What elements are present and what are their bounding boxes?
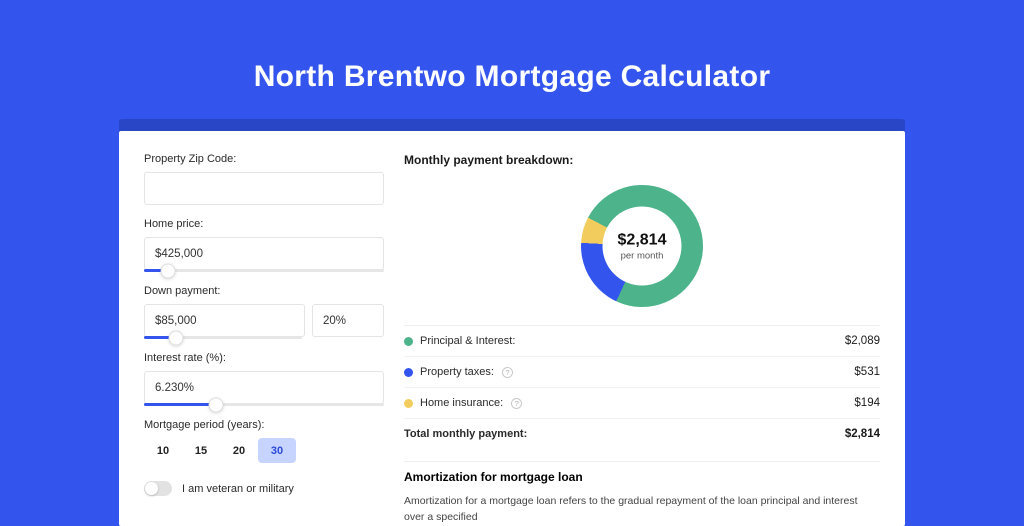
legend-value: $2,089 — [845, 335, 880, 347]
legend-label: Home insurance: — [420, 397, 503, 409]
help-icon[interactable]: ? — [511, 398, 522, 409]
donut-sub: per month — [621, 250, 664, 261]
legend-label: Principal & Interest: — [420, 335, 515, 347]
slider-fill — [144, 403, 216, 406]
legend-value: $531 — [854, 366, 880, 378]
form-column: Property Zip Code: Home price: Down paym… — [144, 153, 384, 526]
breakdown-title: Monthly payment breakdown: — [404, 153, 880, 171]
home-price-slider[interactable] — [144, 269, 384, 272]
legend-label: Property taxes: — [420, 366, 494, 378]
period-button-15[interactable]: 15 — [182, 438, 220, 463]
total-value: $2,814 — [845, 428, 880, 440]
slider-thumb[interactable] — [209, 397, 224, 412]
donut-center: $2,814 per month — [603, 207, 682, 286]
help-icon[interactable]: ? — [502, 367, 513, 378]
slider-thumb[interactable] — [161, 263, 176, 278]
period-button-20[interactable]: 20 — [220, 438, 258, 463]
interest-rate-input[interactable] — [144, 371, 384, 404]
legend-dot-icon — [404, 337, 413, 346]
period-button-10[interactable]: 10 — [144, 438, 182, 463]
legend-row-taxes: Property taxes:? $531 — [404, 356, 880, 387]
total-row: Total monthly payment: $2,814 — [404, 418, 880, 449]
calculator-card: Property Zip Code: Home price: Down paym… — [119, 131, 905, 526]
banner: Property Zip Code: Home price: Down paym… — [119, 119, 905, 519]
legend-row-principal: Principal & Interest: $2,089 — [404, 325, 880, 356]
page-title: North Brentwo Mortgage Calculator — [254, 60, 771, 94]
down-payment-field: Down payment: — [144, 285, 384, 339]
legend-value: $194 — [854, 397, 880, 409]
legend-row-insurance: Home insurance:? $194 — [404, 387, 880, 418]
amort-title: Amortization for mortgage loan — [404, 461, 880, 484]
donut-chart: $2,814 per month — [581, 185, 703, 307]
breakdown-column: Monthly payment breakdown: $2,814 per mo… — [404, 153, 880, 526]
interest-rate-label: Interest rate (%): — [144, 352, 384, 364]
legend-dot-icon — [404, 368, 413, 377]
zip-field: Property Zip Code: — [144, 153, 384, 205]
period-row: 10152030 — [144, 438, 384, 463]
home-price-input[interactable] — [144, 237, 384, 270]
zip-input[interactable] — [144, 172, 384, 205]
total-label: Total monthly payment: — [404, 428, 527, 440]
donut-amount: $2,814 — [618, 231, 667, 249]
veteran-toggle[interactable] — [144, 481, 172, 496]
down-payment-amount-input[interactable] — [144, 304, 305, 337]
legend-dot-icon — [404, 399, 413, 408]
donut-wrap: $2,814 per month — [404, 185, 880, 307]
down-payment-percent-input[interactable] — [312, 304, 384, 337]
amort-body: Amortization for a mortgage loan refers … — [404, 494, 880, 526]
zip-label: Property Zip Code: — [144, 153, 384, 165]
down-payment-slider[interactable] — [144, 336, 302, 339]
down-payment-label: Down payment: — [144, 285, 384, 297]
veteran-row: I am veteran or military — [144, 481, 384, 496]
home-price-label: Home price: — [144, 218, 384, 230]
page-root: North Brentwo Mortgage Calculator Proper… — [0, 0, 1024, 512]
interest-rate-field: Interest rate (%): — [144, 352, 384, 406]
period-field: Mortgage period (years): 10152030 — [144, 419, 384, 463]
period-label: Mortgage period (years): — [144, 419, 384, 431]
period-button-30[interactable]: 30 — [258, 438, 296, 463]
legend: Principal & Interest: $2,089 Property taxe… — [404, 325, 880, 418]
interest-rate-slider[interactable] — [144, 403, 384, 406]
veteran-label: I am veteran or military — [182, 483, 294, 495]
slider-thumb[interactable] — [168, 330, 183, 345]
home-price-field: Home price: — [144, 218, 384, 272]
